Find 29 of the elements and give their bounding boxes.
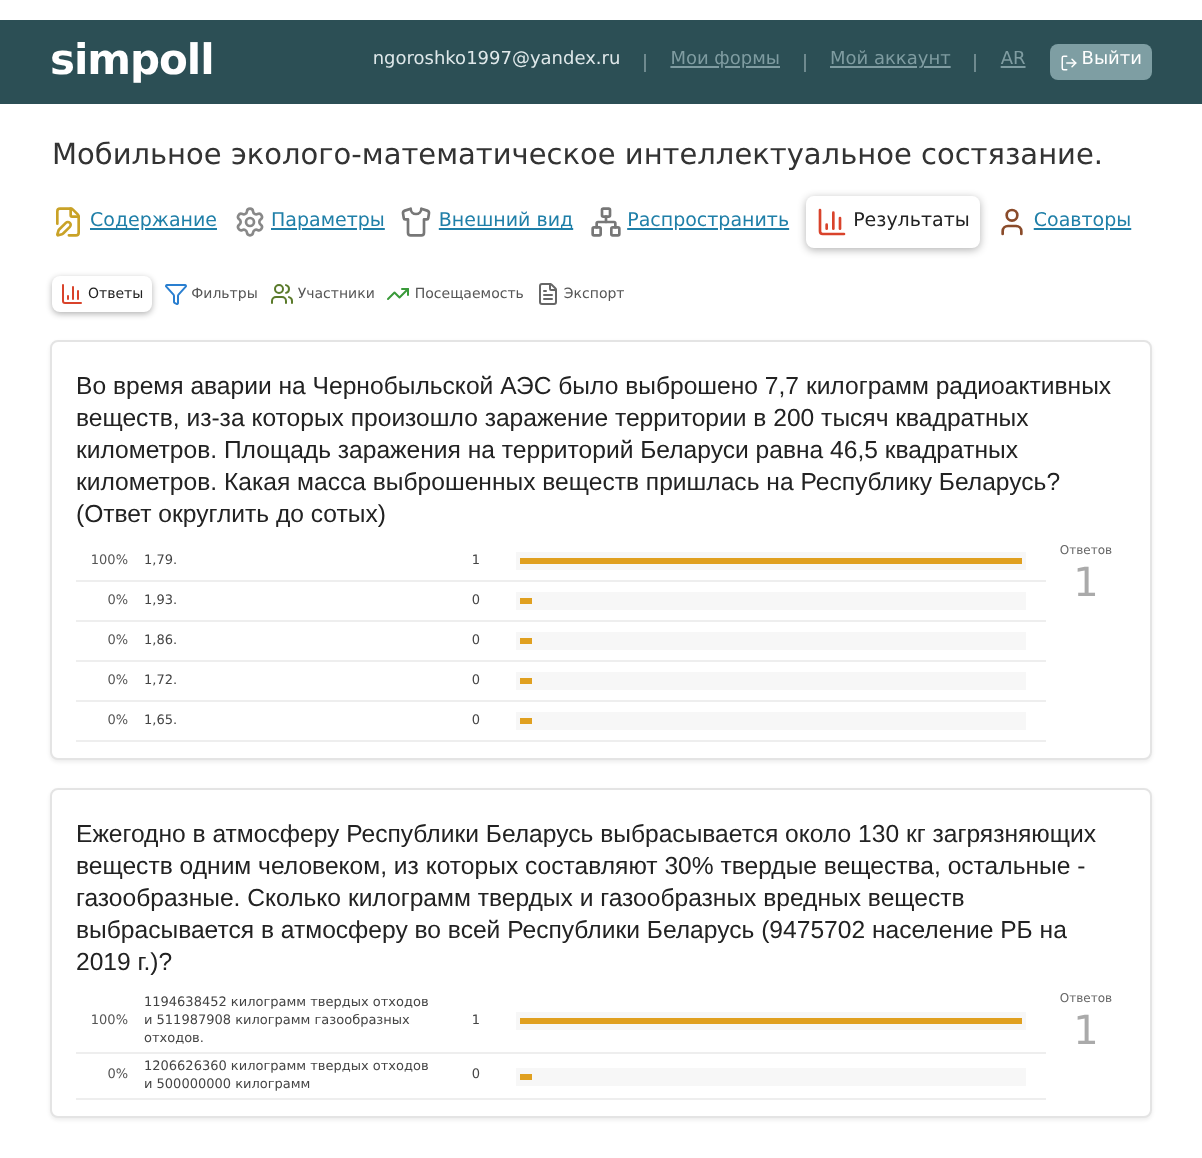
- bar-chart-icon: [815, 206, 848, 238]
- answers-total: 1: [1073, 1008, 1099, 1052]
- filter-icon: [163, 282, 188, 306]
- shirt-icon: [400, 206, 433, 238]
- header-link[interactable]: Мои формы: [670, 48, 780, 76]
- nav-tab[interactable]: Содержание: [52, 196, 217, 248]
- nav-tab[interactable]: Результаты: [805, 196, 980, 248]
- pencil-note-icon: [52, 206, 84, 238]
- header-link[interactable]: Мой аккаунт: [830, 48, 951, 76]
- nav-tab[interactable]: Внешний вид: [400, 196, 574, 248]
- nav-tab[interactable]: Соавторы: [995, 196, 1132, 248]
- user-email: ngoroshko1997@yandex.ru: [372, 48, 621, 75]
- header-link[interactable]: AR: [1000, 48, 1026, 76]
- trend-icon: [386, 282, 411, 306]
- document-icon: [535, 282, 560, 306]
- logout-button[interactable]: Выйти: [1049, 44, 1152, 80]
- answers-total: 1: [1073, 560, 1099, 604]
- network-icon: [589, 206, 622, 238]
- logo[interactable]: simpoll: [50, 30, 214, 94]
- people-icon: [269, 282, 294, 306]
- bar-chart-icon: [60, 282, 84, 306]
- person-icon: [995, 206, 1028, 238]
- page-title: Мобильное эколого-математическое интеллектуальное состязание.: [52, 138, 1104, 176]
- settings-icon: [233, 206, 265, 238]
- nav-tab[interactable]: Параметры: [233, 196, 385, 248]
- nav-tab[interactable]: Распространить: [589, 196, 790, 248]
- question-text: Во время аварии на Чернобыльской АЭС было выброшено 7,7 килограмм радиоактивных веществ, из-за которых произошло заражение территории в 200 тысяч квадратных километров. Площадь заражения на территорий Беларуси равна 46,5 квадратных километров. Какая масса выброшенных веществ пришлась на Республику Беларусь? (Ответ округлить до сотых): [76, 370, 1114, 530]
- logout-icon: [1059, 53, 1078, 71]
- question-text: Ежегодно в атмосферу Республики Беларусь выбрасывается около 130 кг загрязняющих веществ одним человеком, из которых составляют 30% твердые вещества, остальные - газообразные. Сколько килограмм твердых и газообразных вредных веществ выбрасывается в атмосферу во всей Республики Беларусь (9475702 население РБ на 2019 г.)?: [76, 818, 1099, 978]
